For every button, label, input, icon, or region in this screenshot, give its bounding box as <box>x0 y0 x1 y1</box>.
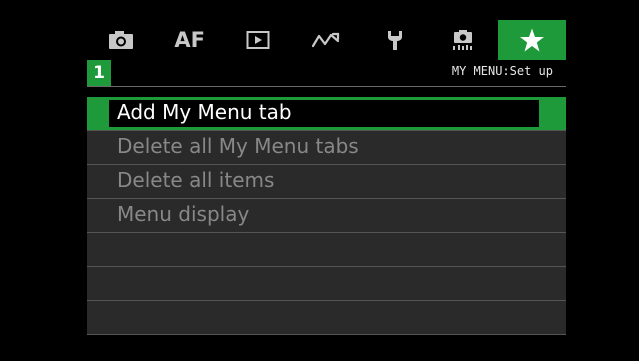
playback-icon <box>246 31 270 49</box>
menu-item-menu-display[interactable]: Menu display <box>87 199 566 233</box>
wireless-icon <box>312 32 340 48</box>
menu-item-empty <box>87 233 566 267</box>
menu-item-add-my-menu-tab[interactable]: Add My Menu tab <box>87 97 566 131</box>
menu-list: Add My Menu tab Delete all My Menu tabs … <box>87 97 566 335</box>
custom-functions-icon <box>453 30 473 50</box>
menu-item-label: Delete all My Menu tabs <box>117 134 359 158</box>
menu-item-delete-all-my-menu-tabs[interactable]: Delete all My Menu tabs <box>87 131 566 165</box>
tab-shooting[interactable] <box>87 20 155 60</box>
menu-item-delete-all-items[interactable]: Delete all items <box>87 165 566 199</box>
menu-item-label: Menu display <box>117 202 250 226</box>
wrench-icon <box>387 31 402 50</box>
menu-item-label: Delete all items <box>117 168 275 192</box>
menu-tab-bar: AF <box>87 20 566 60</box>
tab-number-badge: 1 <box>87 60 111 86</box>
tab-af[interactable]: AF <box>155 20 223 60</box>
tab-wireless[interactable] <box>292 20 360 60</box>
tab-custom-functions[interactable] <box>429 20 497 60</box>
menu-item-empty <box>87 267 566 301</box>
tab-af-label: AF <box>174 28 205 52</box>
menu-item-empty <box>87 301 566 335</box>
tab-my-menu[interactable] <box>497 20 566 60</box>
sub-header: 1 MY MENU:Set up <box>87 60 566 87</box>
star-icon <box>519 28 544 52</box>
camera-icon <box>109 31 134 49</box>
menu-item-label: Add My Menu tab <box>117 100 292 124</box>
tab-setup[interactable] <box>361 20 429 60</box>
page-title: MY MENU:Set up <box>451 64 553 78</box>
tab-playback[interactable] <box>224 20 292 60</box>
